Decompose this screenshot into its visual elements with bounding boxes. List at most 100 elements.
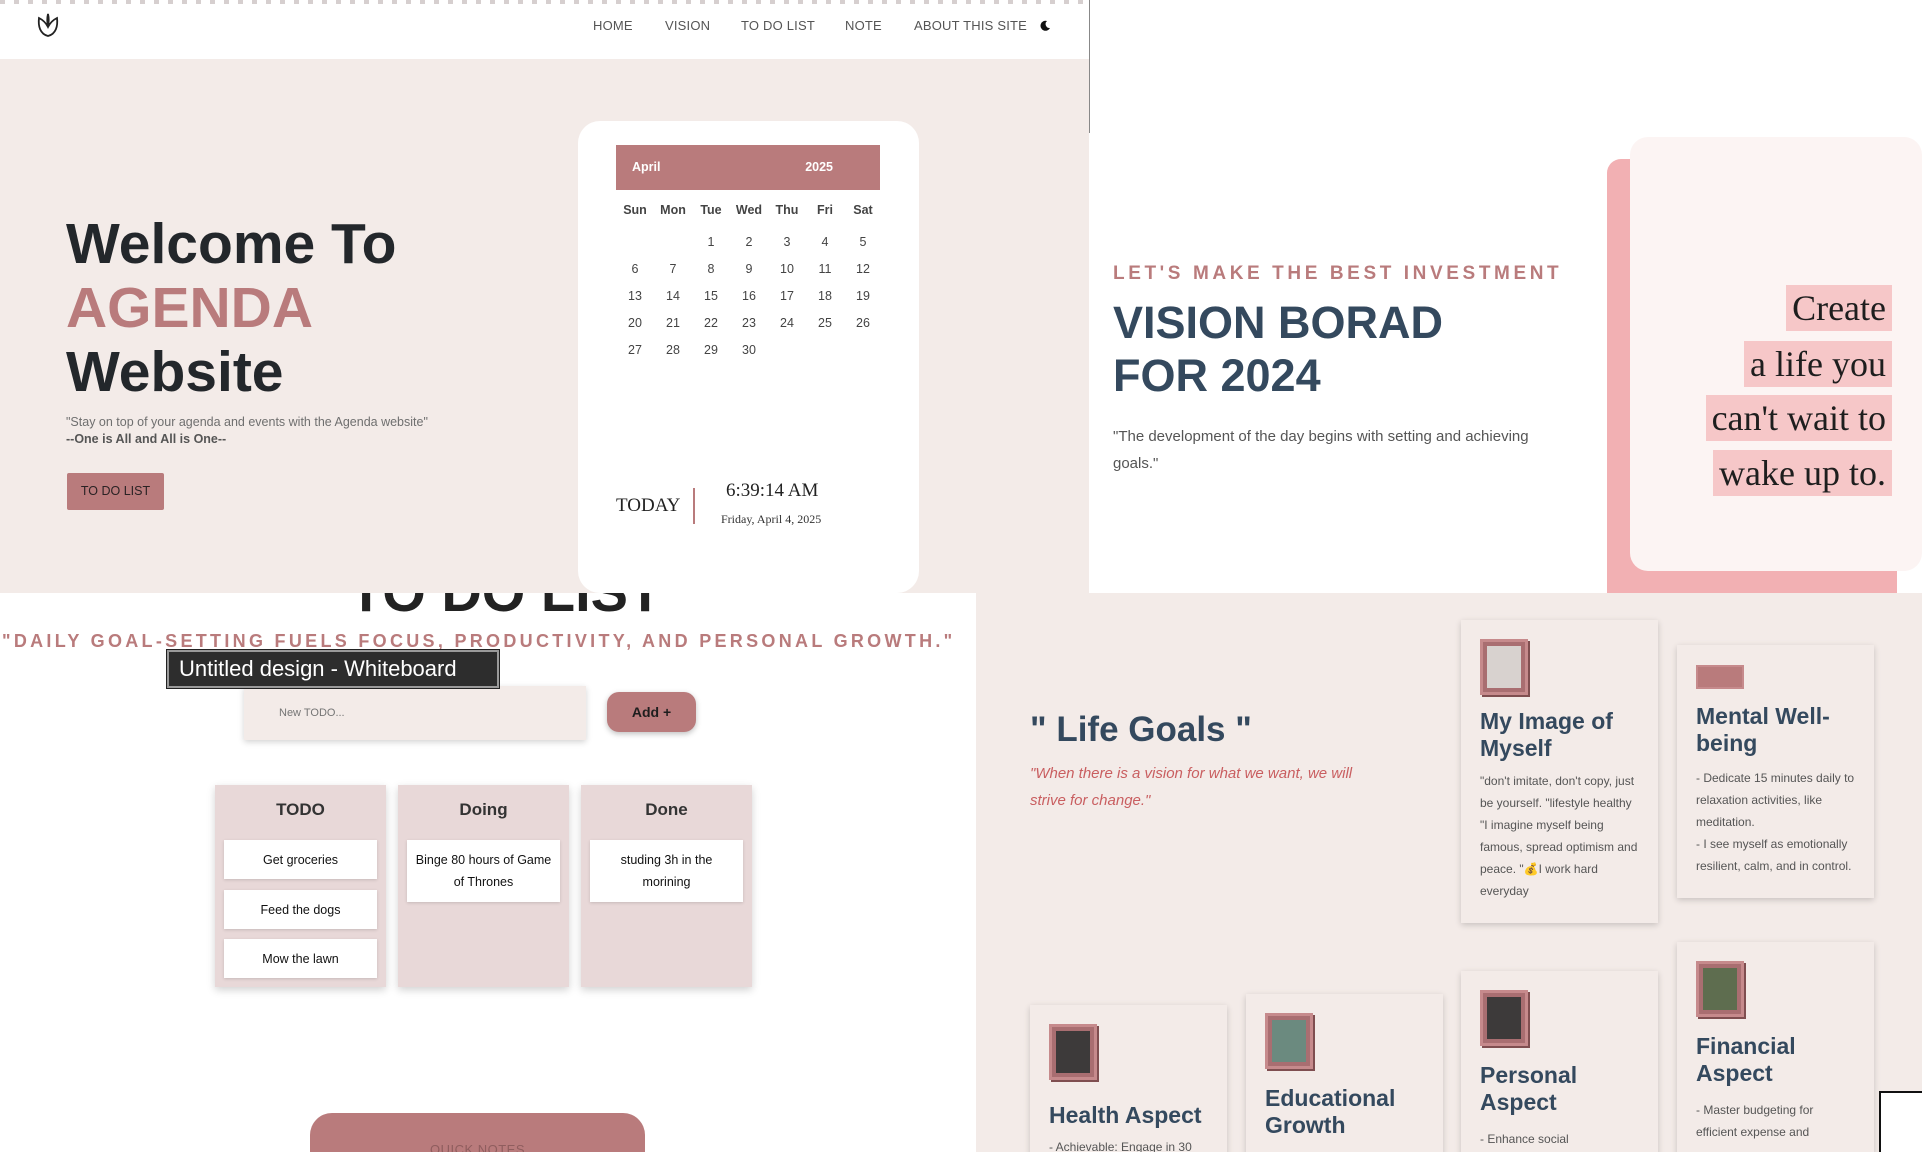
nav-todo-list[interactable]: TO DO LIST — [741, 18, 815, 33]
hero-quote-line1: "Stay on top of your agenda and events w… — [66, 415, 428, 429]
calendar-day[interactable]: 25 — [806, 316, 844, 330]
nav-vision[interactable]: VISION — [665, 18, 710, 33]
goal-text: - Dedicate 15 minutes daily to relaxatio… — [1696, 771, 1855, 873]
leaf-logo-icon[interactable] — [36, 12, 60, 43]
life-goals-quote: "When there is a vision for what we want… — [1030, 765, 1353, 809]
calendar-day[interactable]: 23 — [730, 316, 768, 330]
todo-card[interactable]: studing 3h in the morining — [590, 840, 743, 902]
todo-card[interactable]: Get groceries — [224, 840, 377, 879]
column-title: TODO — [276, 800, 325, 819]
calendar-day[interactable]: 28 — [654, 343, 692, 357]
calendar-weekday: Fri — [817, 203, 833, 217]
calendar-day[interactable]: 5 — [844, 235, 882, 249]
minimized-window-thumbnail[interactable] — [1879, 1091, 1922, 1152]
goal-title: Mental Well-being — [1696, 703, 1830, 756]
hero-title-agenda: AGENDA — [66, 276, 314, 340]
goal-text: "don't imitate, don't copy, just be your… — [1480, 774, 1638, 898]
vision-board-section: LET'S MAKE THE BEST INVESTMENT VISION BO… — [1089, 0, 1922, 593]
calendar-day[interactable]: 19 — [844, 289, 882, 303]
done-column[interactable]: Done studing 3h in the morining — [581, 785, 752, 987]
goal-title: Personal Aspect — [1480, 1062, 1578, 1115]
vision-tagline: LET'S MAKE THE BEST INVESTMENT — [1113, 263, 1563, 284]
doing-column[interactable]: Doing Binge 80 hours of Game of Thrones — [398, 785, 569, 987]
goal-photo — [1696, 961, 1744, 1017]
goal-card[interactable]: Health Aspect - Achievable: Engage in 30 — [1030, 1005, 1227, 1152]
goal-photo — [1265, 1013, 1313, 1069]
calendar-day[interactable]: 4 — [806, 235, 844, 249]
calendar-day[interactable]: 7 — [654, 262, 692, 276]
poster-line: can't wait to — [1705, 395, 1892, 441]
calendar-day[interactable]: 6 — [616, 262, 654, 276]
calendar-weekday: Tue — [700, 203, 722, 217]
calendar-day[interactable]: 29 — [692, 343, 730, 357]
column-title: Done — [645, 800, 688, 819]
moon-icon[interactable] — [1039, 19, 1051, 37]
goal-card[interactable]: Personal Aspect - Enhance social — [1461, 971, 1658, 1152]
goal-photo — [1480, 639, 1528, 695]
todo-big-title: TO DO LIST — [349, 593, 662, 624]
calendar-day[interactable]: 20 — [616, 316, 654, 330]
goal-card[interactable]: Educational Growth — [1246, 994, 1443, 1152]
todo-column[interactable]: TODO Get groceries Feed the dogs Mow the… — [215, 785, 386, 987]
calendar-day[interactable]: 1 — [692, 235, 730, 249]
nav-home[interactable]: HOME — [593, 18, 633, 33]
clock-date: Friday, April 4, 2025 — [721, 512, 822, 526]
calendar-day[interactable]: 24 — [768, 316, 806, 330]
calendar-day[interactable]: 10 — [768, 262, 806, 276]
hero-title: Welcome To AGENDA Website — [66, 212, 396, 404]
todo-card[interactable]: Feed the dogs — [224, 890, 377, 929]
calendar-day[interactable]: 9 — [730, 262, 768, 276]
add-todo-button[interactable]: Add + — [607, 692, 696, 732]
calendar-weekday: Mon — [660, 203, 686, 217]
calendar-day[interactable]: 22 — [692, 316, 730, 330]
goal-photo — [1480, 990, 1528, 1046]
calendar-day[interactable]: 18 — [806, 289, 844, 303]
goal-card[interactable]: Mental Well-being - Dedicate 15 minutes … — [1677, 645, 1874, 898]
calendar-header: April 2025 — [616, 145, 880, 190]
calendar-day[interactable]: 11 — [806, 262, 844, 276]
goal-text: - Enhance social — [1480, 1132, 1569, 1146]
hero-title-line1: Welcome To — [66, 212, 397, 276]
calendar-day[interactable]: 30 — [730, 343, 768, 357]
goal-photo — [1049, 1024, 1097, 1080]
hero-title-line3: Website — [66, 340, 284, 404]
calendar-day[interactable]: 26 — [844, 316, 882, 330]
calendar-weekday: Thu — [775, 203, 799, 217]
goal-card[interactable]: Financial Aspect - Master budgeting for … — [1677, 942, 1874, 1152]
calendar-weekday: Sun — [623, 203, 647, 217]
calendar-day[interactable]: 21 — [654, 316, 692, 330]
calendar-year[interactable]: 2025 — [805, 160, 833, 174]
calendar-day[interactable]: 13 — [616, 289, 654, 303]
calendar-day[interactable]: 3 — [768, 235, 806, 249]
vision-title-line2: FOR 2024 — [1113, 350, 1321, 401]
calendar-day[interactable]: 14 — [654, 289, 692, 303]
nav-about[interactable]: ABOUT THIS SITE — [914, 18, 1027, 33]
poster-card: Create a life you can't wait to wake up … — [1630, 137, 1922, 571]
to-do-list-button[interactable]: TO DO LIST — [67, 473, 164, 510]
nav-note[interactable]: NOTE — [845, 18, 882, 33]
hero-quote-line2: --One is All and All is One-- — [66, 432, 227, 446]
calendar-day[interactable]: 8 — [692, 262, 730, 276]
calendar-day[interactable]: 27 — [616, 343, 654, 357]
column-title: Doing — [459, 800, 508, 819]
quick-notes-panel[interactable]: QUICK NOTES — [310, 1113, 645, 1152]
agenda-home-section: HOME VISION TO DO LIST NOTE ABOUT THIS S… — [0, 0, 1089, 593]
goal-card[interactable]: My Image of Myself "don't imitate, don't… — [1461, 620, 1658, 923]
todo-card[interactable]: Mow the lawn — [224, 939, 377, 978]
calendar-day[interactable]: 2 — [730, 235, 768, 249]
hero-quote: "Stay on top of your agenda and events w… — [66, 414, 428, 448]
quick-notes-label: QUICK NOTES — [429, 1142, 526, 1152]
vision-title: VISION BORAD FOR 2024 — [1113, 296, 1443, 402]
goal-text: - Master budgeting for efficient expense… — [1696, 1103, 1814, 1139]
new-todo-input[interactable] — [244, 686, 586, 740]
calendar-day[interactable]: 15 — [692, 289, 730, 303]
calendar-day[interactable]: 17 — [768, 289, 806, 303]
vision-title-line1: VISION BORAD — [1113, 297, 1444, 348]
calendar-day[interactable]: 12 — [844, 262, 882, 276]
todo-card[interactable]: Binge 80 hours of Game of Thrones — [407, 840, 560, 902]
goal-text: - Achievable: Engage in 30 — [1049, 1140, 1192, 1152]
todo-subtitle: "DAILY GOAL-SETTING FUELS FOCUS, PRODUCT… — [2, 631, 956, 651]
calendar-month[interactable]: April — [632, 160, 660, 174]
today-label: TODAY — [616, 495, 681, 516]
calendar-day[interactable]: 16 — [730, 289, 768, 303]
